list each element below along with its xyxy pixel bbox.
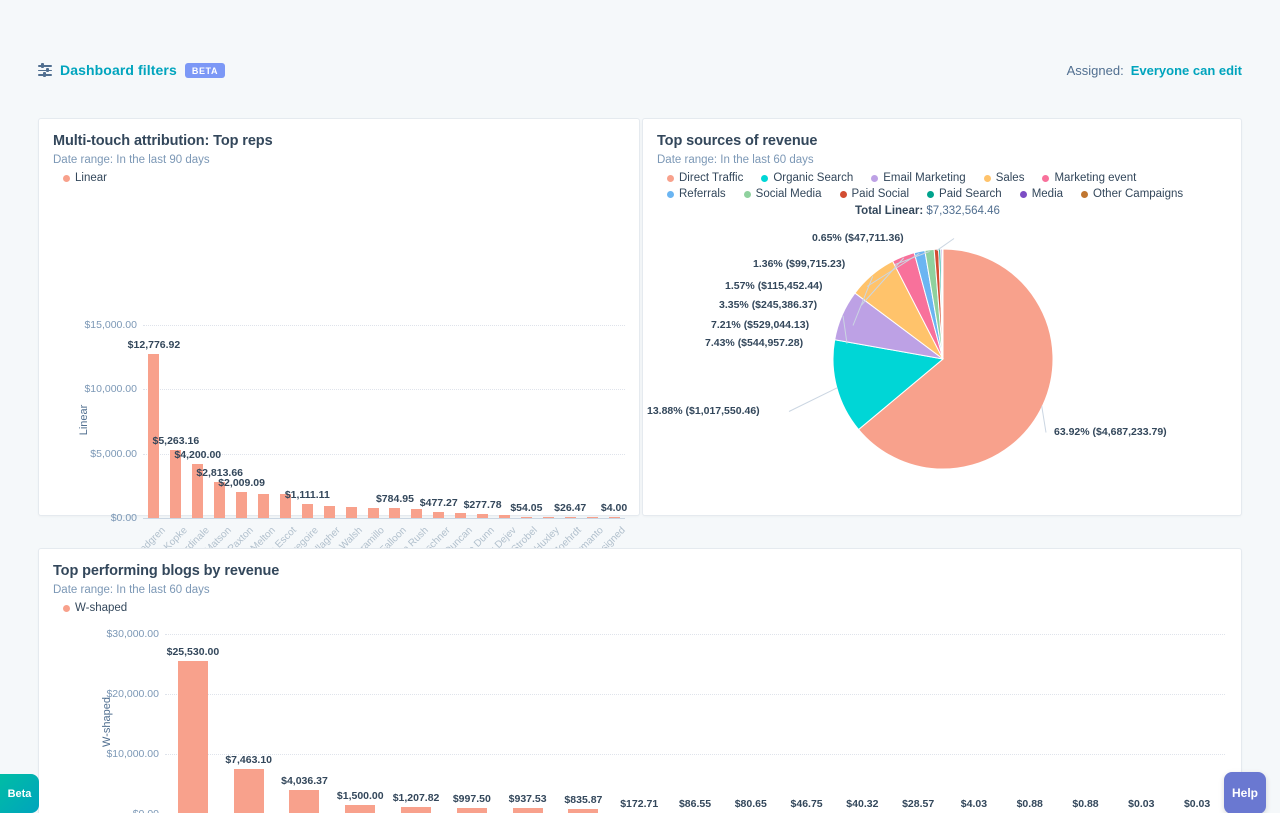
bar[interactable]	[477, 514, 488, 518]
bar[interactable]	[433, 512, 444, 518]
bar[interactable]	[411, 509, 422, 518]
y-axis-tick-label: $20,000.00	[83, 688, 159, 700]
dashboard-topbar: Dashboard filters BETA Assigned: Everyon…	[0, 50, 1280, 90]
bar[interactable]	[457, 808, 487, 813]
bar-value-label: $2,009.09	[192, 477, 292, 489]
beta-badge: BETA	[185, 63, 225, 78]
pie-slice-label: 1.57% ($115,452.44)	[725, 280, 873, 292]
bar[interactable]	[565, 517, 576, 518]
bar-chart-attribution: $0.00$5,000.00$10,000.00$15,000.00$12,77…	[39, 119, 641, 517]
bar[interactable]	[302, 504, 313, 518]
gridline	[143, 389, 625, 390]
card-top-performing-blogs: Top performing blogs by revenue Date ran…	[38, 548, 1242, 813]
bar-value-label: $4,200.00	[148, 449, 248, 461]
bar[interactable]	[346, 507, 357, 518]
bar[interactable]	[324, 506, 335, 518]
y-axis-tick-label: $0.00	[83, 808, 159, 813]
beta-tab-button[interactable]: Beta	[0, 774, 39, 813]
card-multi-touch-attribution: Multi-touch attribution: Top reps Date r…	[38, 118, 640, 516]
bar-value-label: $4,036.37	[254, 775, 354, 787]
bar[interactable]	[609, 517, 620, 518]
y-axis-tick-label: $10,000.00	[83, 748, 159, 760]
bar-chart-blogs: $0.00 $10,000.00 $20,000.00 $30,000.00 $25,5…	[39, 549, 1243, 813]
pie-slice-label: 3.35% ($245,386.37)	[719, 299, 867, 311]
bar[interactable]	[587, 517, 598, 518]
bar-value-label: $5,263.16	[126, 435, 226, 447]
assigned-label: Assigned:	[1067, 63, 1124, 78]
y-axis-title: W-shaped	[101, 672, 113, 772]
gridline	[165, 754, 1225, 755]
assigned-group: Assigned: Everyone can edit	[1067, 63, 1242, 78]
bar[interactable]	[499, 515, 510, 518]
bar-value-label: $7,463.10	[199, 754, 299, 766]
pie-slice-label: 63.92% ($4,687,233.79)	[1054, 426, 1167, 438]
dashboard-filters-label[interactable]: Dashboard filters	[60, 62, 177, 78]
bar-value-label: $1,111.11	[257, 489, 357, 501]
gridline	[143, 325, 625, 326]
pie-chart-sources: 0.65% ($47,711.36) 1.36% ($99,715.23) 1.57…	[643, 119, 1243, 517]
y-axis-tick-label: $10,000.00	[61, 383, 137, 395]
x-axis-baseline	[143, 518, 625, 519]
bar-value-label: $25,530.00	[143, 646, 243, 658]
dashboard-filters-button[interactable]: Dashboard filters BETA	[38, 62, 225, 78]
gridline	[165, 634, 1225, 635]
pie-slice-label: 1.36% ($99,715.23)	[753, 258, 901, 270]
card-top-sources-of-revenue: Top sources of revenue Date range: In th…	[642, 118, 1242, 516]
assigned-value-link[interactable]: Everyone can edit	[1131, 63, 1242, 78]
pie-slice-label: 7.43% ($544,957.28)	[705, 337, 853, 349]
gridline	[165, 694, 1225, 695]
bar-value-label: $12,776.92	[104, 339, 204, 351]
bar[interactable]	[513, 808, 543, 813]
y-axis-tick-label: $15,000.00	[61, 319, 137, 331]
bar[interactable]	[178, 661, 208, 813]
bar[interactable]	[368, 508, 379, 518]
bar[interactable]	[401, 807, 431, 813]
bar[interactable]	[543, 517, 554, 518]
y-axis-title: Linear	[78, 370, 90, 470]
y-axis-tick-label: $5,000.00	[61, 448, 137, 460]
bar[interactable]	[521, 517, 532, 518]
bar[interactable]	[455, 513, 466, 518]
pie-slice-label: 0.65% ($47,711.36)	[812, 232, 960, 244]
bar[interactable]	[236, 492, 247, 518]
y-axis-tick-label: $30,000.00	[83, 628, 159, 640]
pie-slice-label: 13.88% ($1,017,550.46)	[647, 405, 795, 417]
help-button[interactable]: Help	[1224, 772, 1266, 813]
filter-sliders-icon	[38, 63, 52, 77]
pie-slice-label: 7.21% ($529,044.13)	[711, 319, 859, 331]
bar[interactable]	[345, 805, 375, 813]
y-axis-tick-label: $0.00	[61, 512, 137, 524]
pie-svg	[643, 119, 1243, 517]
bar[interactable]	[389, 508, 400, 518]
